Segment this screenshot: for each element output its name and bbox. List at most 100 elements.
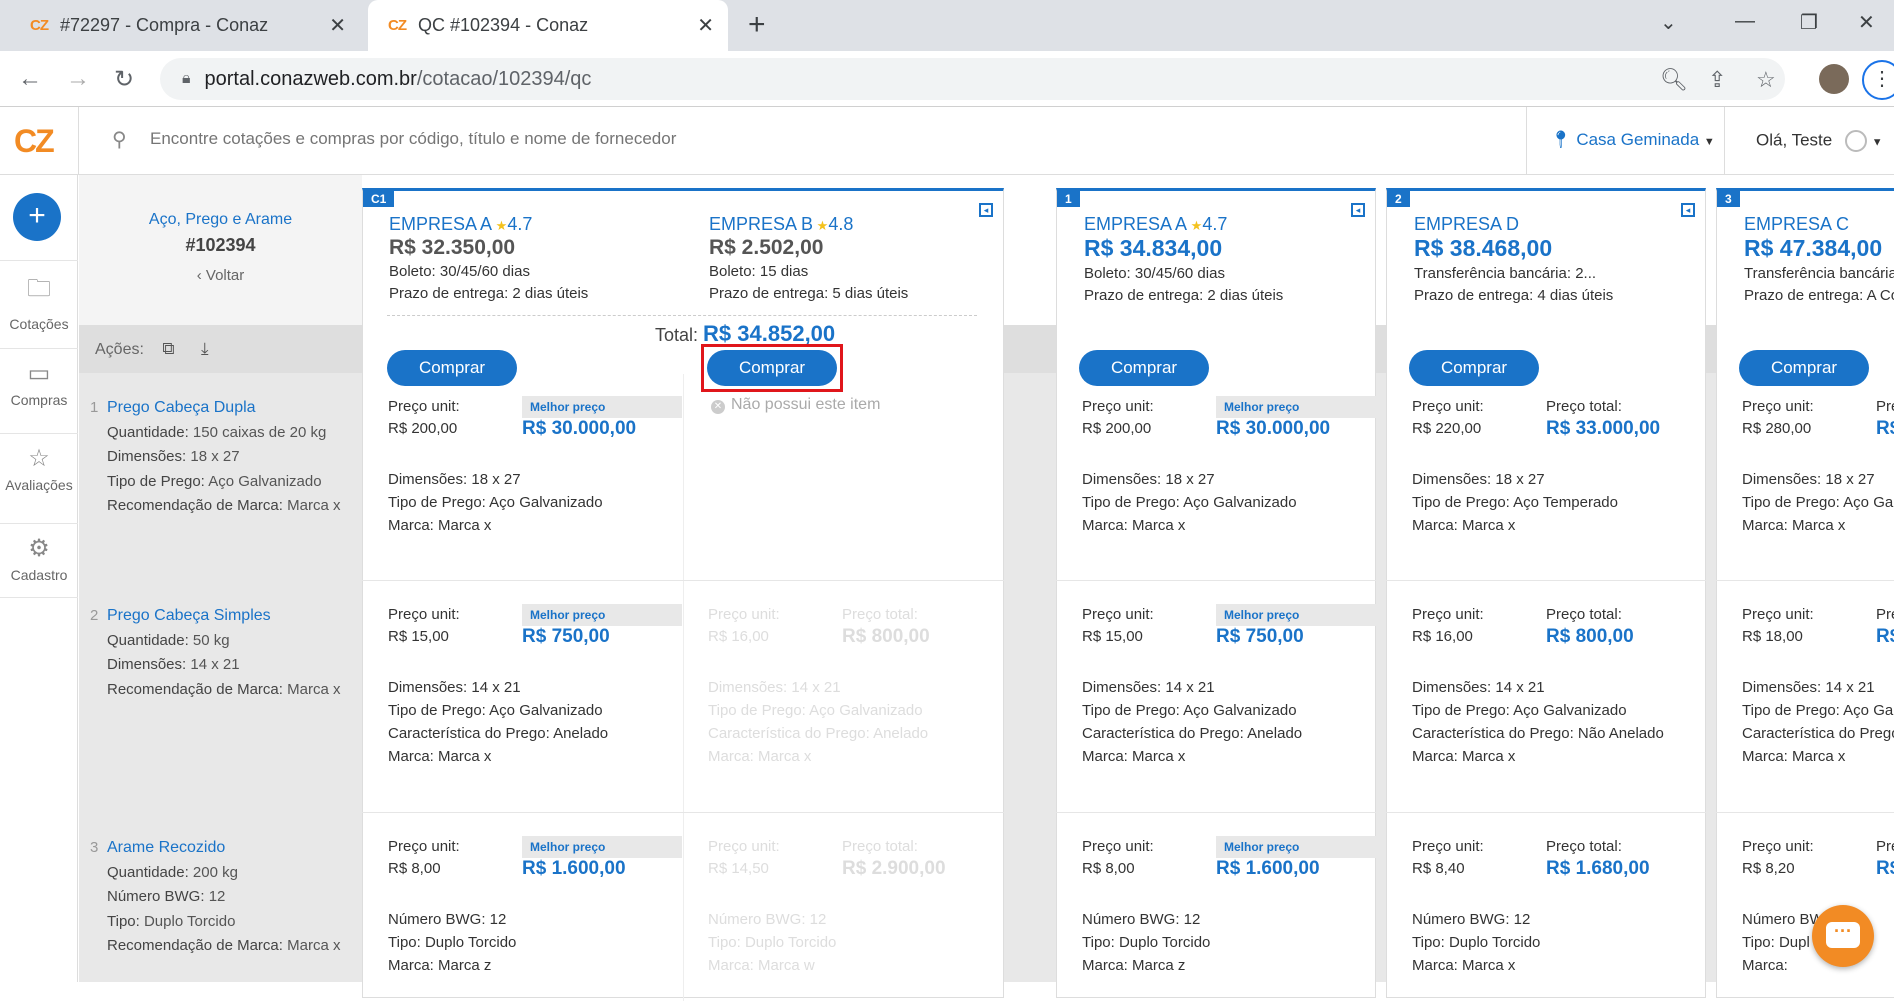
new-quote-button[interactable]: +: [13, 193, 61, 241]
browser-toolbar: ← → ↻ 🔒︎ portal.conazweb.com.br/cotacao/…: [0, 51, 1894, 107]
supplier-delivery: Prazo de entrega: 2 dias úteis: [389, 285, 589, 302]
close-tab-icon[interactable]: ✕: [697, 13, 714, 38]
tab-search-chevron-icon[interactable]: ⌄: [1660, 10, 1677, 35]
sidebar-item-label: Avaliações: [5, 477, 73, 493]
share-icon[interactable]: ⇪: [1708, 67, 1726, 93]
x-circle-icon: ✕: [711, 400, 725, 414]
item-spec: Recomendação de Marca: Marca x: [107, 934, 362, 959]
total-price-label: Preço total:: [842, 838, 918, 855]
total-price-value: R$: [1876, 858, 1894, 879]
spec-value: Marca x: [287, 937, 341, 954]
price-cell: Preço unit: R$ 18,00 Preço total: R$ Dimensõ…: [1742, 604, 1894, 768]
tab-title: QC #102394 - Conaz: [418, 15, 589, 35]
sidebar-item-cadastro[interactable]: ⚙ Cadastro: [0, 523, 78, 598]
offer-spec: Tipo: Duplo Torcido: [1412, 934, 1541, 951]
item-spec: Quantidade: 150 caixas de 20 kg: [107, 421, 362, 446]
chat-button[interactable]: ···: [1812, 905, 1874, 967]
offer-spec: Número BWG: 12: [1412, 911, 1531, 928]
supplier-name[interactable]: EMPRESA C: [1744, 214, 1849, 234]
spec-value: Aço Galvanizado: [208, 472, 322, 490]
unit-price-value: R$ 18,00: [1742, 628, 1803, 645]
new-tab-icon[interactable]: +: [748, 8, 766, 42]
item-description: 1 Prego Cabeça Dupla Quantidade: 150 caixa…: [79, 396, 362, 519]
close-window-icon[interactable]: ✕: [1858, 10, 1875, 35]
spec-label: Número BWG:: [107, 888, 205, 905]
zoom-icon[interactable]: 🔍︎: [1660, 67, 1688, 93]
forward-arrow-icon[interactable]: →: [66, 65, 90, 93]
item-spec: Tipo de Prego: Aço Galvanizado: [107, 470, 362, 495]
item-name[interactable]: Arame Recozido: [107, 836, 362, 861]
spec-value: 18 x 27: [190, 448, 240, 465]
supplier-name[interactable]: EMPRESA B: [709, 214, 813, 234]
address-bar[interactable]: 🔒︎ portal.conazweb.com.br/cotacao/102394…: [160, 58, 1785, 100]
conaz-favicon-icon: CZ: [388, 17, 407, 34]
spec-value: 50 kg: [192, 631, 230, 649]
browser-tab-qc[interactable]: CZ QC #102394 - Conaz ✕: [368, 0, 728, 51]
row-divider: [362, 580, 1004, 581]
bookmark-star-icon[interactable]: ☆: [1756, 67, 1776, 93]
browser-menu-icon[interactable]: ⋮: [1862, 60, 1894, 100]
offer-spec: Marca: Marca x: [1412, 517, 1516, 534]
supplier-delivery: Prazo de entrega: 4 dias úteis: [1414, 287, 1614, 304]
total-price-value: R$ 30.000,00: [1216, 418, 1331, 439]
back-link[interactable]: ‹ Voltar: [79, 267, 362, 284]
download-icon[interactable]: ⤓: [201, 339, 209, 358]
card-badge: 3: [1717, 191, 1740, 207]
column-divider: [683, 374, 684, 1001]
sidebar-item-cotacoes[interactable]: 🗀 Cotações: [0, 260, 78, 332]
buy-button[interactable]: Comprar: [1739, 350, 1869, 386]
compare-icon[interactable]: ⧉: [162, 339, 174, 358]
quote-info: Aço, Prego e Arame #102394 ‹ Voltar: [79, 175, 362, 325]
search-input[interactable]: [150, 129, 1050, 149]
best-price-badge: Melhor preço: [1216, 604, 1376, 626]
unit-price-value: R$ 15,00: [1082, 628, 1143, 645]
conaz-logo[interactable]: CZ: [14, 123, 55, 160]
sidebar-item-avaliacoes[interactable]: ☆ Avaliações: [0, 433, 78, 493]
reload-icon[interactable]: ↻: [114, 65, 134, 94]
chat-bubble-icon: ···: [1826, 922, 1860, 948]
row-divider: [362, 812, 1004, 813]
item-name[interactable]: Prego Cabeça Dupla: [107, 396, 362, 421]
offer-spec: Característica do Prego: Anelado: [388, 725, 609, 742]
quote-title[interactable]: Aço, Prego e Arame: [79, 211, 362, 229]
buy-button[interactable]: Comprar: [1079, 350, 1209, 386]
back-arrow-icon[interactable]: ←: [18, 65, 42, 93]
caret-down-icon: ▼: [1871, 136, 1883, 149]
item-spec: Quantidade: 50 kg: [107, 629, 362, 654]
supplier-price: R$ 38.468,00: [1414, 235, 1553, 261]
location-label: Casa Geminada: [1576, 130, 1700, 149]
profile-avatar[interactable]: [1819, 64, 1849, 94]
buy-button[interactable]: Comprar: [1409, 350, 1539, 386]
supplier-rating: 4.7: [1202, 214, 1228, 234]
supplier-name[interactable]: EMPRESA A: [1084, 214, 1187, 234]
supplier-name[interactable]: EMPRESA A: [389, 214, 492, 234]
unit-price-label: Preço unit:: [388, 398, 460, 415]
card-icon: ▭: [27, 360, 51, 387]
price-cell: Preço unit: R$ 220,00 Preço total: R$ 33.00…: [1412, 396, 1706, 537]
item-name[interactable]: Prego Cabeça Simples: [107, 604, 362, 629]
item-description: 2 Prego Cabeça Simples Quantidade: 50 kg Di…: [79, 604, 362, 702]
supplier-name[interactable]: EMPRESA D: [1414, 214, 1519, 234]
supplier-payment: Transferência bancária: [1744, 265, 1894, 282]
folder-icon: 🗀: [27, 275, 51, 302]
collapse-icon[interactable]: ◂: [1351, 203, 1365, 217]
location-selector[interactable]: 📍︎ Casa Geminada ▼: [1550, 130, 1715, 150]
row-divider: [1716, 812, 1894, 813]
close-tab-icon[interactable]: ✕: [329, 13, 346, 38]
offer-spec: Tipo de Prego: Aço Galvanizado: [708, 702, 923, 719]
collapse-icon[interactable]: ◂: [1681, 203, 1695, 217]
collapse-icon[interactable]: ◂: [979, 203, 993, 217]
sidebar: + 🗀 Cotações ▭ Compras ☆ Avaliações ⚙ Ca…: [0, 175, 78, 982]
maximize-icon[interactable]: ❐: [1800, 10, 1818, 35]
user-avatar-icon: [1844, 130, 1867, 152]
best-price-badge: Melhor preço: [522, 604, 682, 626]
sidebar-item-compras[interactable]: ▭ Compras: [0, 348, 78, 408]
buy-button-supplier-a[interactable]: Comprar: [387, 350, 517, 386]
browser-tab-compra[interactable]: CZ #72297 - Compra - Conaz ✕: [20, 0, 360, 51]
offer-spec: Tipo de Prego: Aço Galvanizado: [388, 702, 603, 719]
spec-value: 200 kg: [192, 863, 238, 881]
user-menu[interactable]: Olá, Teste ▼: [1756, 130, 1883, 152]
minimize-icon[interactable]: —: [1735, 10, 1755, 33]
offer-spec: Número BWG: 12: [388, 911, 507, 928]
unit-price-label: Preço unit:: [1082, 606, 1154, 623]
